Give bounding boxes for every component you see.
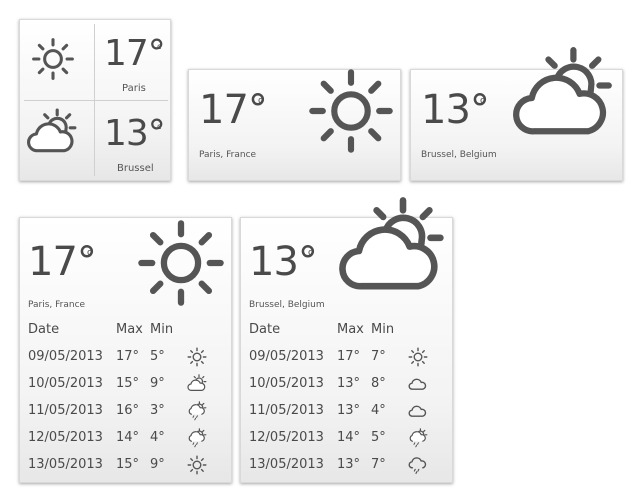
forecast-min: 7° — [371, 349, 386, 364]
location: Paris, France — [199, 150, 257, 160]
brussel-temp: 13° — [104, 113, 166, 154]
cloud-sun-icon — [184, 370, 214, 397]
medium-widget-paris: 17° c Paris, France — [188, 69, 401, 181]
forecast-min: 4° — [150, 430, 165, 445]
table-row: 09/05/2013 17° 5° — [28, 343, 214, 370]
temperature: 17° — [28, 239, 97, 285]
paris-temp: 17° — [104, 33, 166, 74]
forecast-max: 14° — [337, 430, 361, 445]
table-row: 11/05/2013 16° 3° — [28, 397, 214, 424]
forecast-max: 17° — [116, 349, 140, 364]
header-min: Min — [150, 322, 174, 337]
forecast-max: 13° — [337, 376, 361, 391]
cloud-sun-rain-icon — [184, 397, 214, 424]
forecast-table: Date Max Min 09/05/2013 17° 5° 10/05/2013 15… — [28, 316, 214, 478]
location: Brussel, Belgium — [249, 300, 325, 310]
table-row: 13/05/2013 15° 9° — [28, 451, 214, 478]
unit: c — [258, 96, 263, 106]
sun-icon — [184, 343, 214, 370]
cloud-icon — [405, 397, 435, 424]
cloud-sun-icon — [511, 46, 615, 150]
table-row: 09/05/2013 17° 7° — [249, 343, 435, 370]
sun-icon — [307, 67, 395, 155]
location: Brussel, Belgium — [421, 150, 497, 160]
header-min: Min — [371, 322, 395, 337]
sun-icon — [405, 343, 435, 370]
forecast-date: 13/05/2013 — [249, 457, 324, 472]
forecast-date: 11/05/2013 — [249, 403, 324, 418]
table-header: Date Max Min — [249, 316, 435, 343]
table-row: 10/05/2013 15° 9° — [28, 370, 214, 397]
sun-icon — [31, 37, 75, 81]
forecast-min: 5° — [150, 349, 165, 364]
forecast-min: 3° — [150, 403, 165, 418]
cloud-sun-rain-icon — [405, 424, 435, 451]
forecast-date: 13/05/2013 — [28, 457, 103, 472]
forecast-table: Date Max Min 09/05/2013 17° 7° 10/05/2013 13… — [249, 316, 435, 478]
forecast-min: 5° — [371, 430, 386, 445]
table-header: Date Max Min — [28, 316, 214, 343]
cloud-rain-icon — [405, 451, 435, 478]
forecast-date: 10/05/2013 — [249, 376, 324, 391]
divider — [94, 24, 95, 176]
table-row: 12/05/2013 14° 4° — [28, 424, 214, 451]
table-row: 12/05/2013 14° 5° — [249, 424, 435, 451]
forecast-date: 10/05/2013 — [28, 376, 103, 391]
paris-unit: c — [157, 42, 162, 51]
large-widget-brussel: 13° c Brussel, Belgium Date Max Min 09/0… — [240, 217, 453, 483]
medium-widget-brussel: 13° c Brussel, Belgium — [410, 69, 623, 181]
header-max: Max — [116, 322, 143, 337]
cloud-sun-icon — [337, 196, 447, 306]
forecast-min: 7° — [371, 457, 386, 472]
forecast-date: 12/05/2013 — [28, 430, 103, 445]
divider — [24, 100, 168, 101]
small-widget: 17° c Paris 13° c Brussel — [19, 19, 171, 181]
table-row: 11/05/2013 13° 4° — [249, 397, 435, 424]
table-row: 13/05/2013 13° 7° — [249, 451, 435, 478]
forecast-max: 16° — [116, 403, 140, 418]
forecast-min: 9° — [150, 376, 165, 391]
forecast-date: 09/05/2013 — [28, 349, 103, 364]
brussel-city: Brussel — [117, 163, 154, 174]
unit: c — [87, 248, 92, 258]
temperature: 17° — [199, 87, 268, 133]
forecast-max: 13° — [337, 457, 361, 472]
location: Paris, France — [28, 300, 86, 310]
temperature: 13° — [421, 87, 490, 133]
forecast-min: 4° — [371, 403, 386, 418]
unit: c — [480, 96, 485, 106]
cloud-icon — [405, 370, 435, 397]
temperature: 13° — [249, 239, 318, 285]
forecast-max: 17° — [337, 349, 361, 364]
forecast-date: 11/05/2013 — [28, 403, 103, 418]
header-max: Max — [337, 322, 364, 337]
forecast-max: 15° — [116, 457, 140, 472]
forecast-min: 9° — [150, 457, 165, 472]
large-widget-paris: 17° c Paris, France Date Max Min 09/05/2… — [19, 217, 232, 483]
sun-icon — [184, 451, 214, 478]
forecast-min: 8° — [371, 376, 386, 391]
forecast-date: 09/05/2013 — [249, 349, 324, 364]
header-date: Date — [249, 322, 281, 337]
brussel-unit: c — [157, 122, 162, 131]
forecast-max: 14° — [116, 430, 140, 445]
forecast-max: 13° — [337, 403, 361, 418]
forecast-max: 15° — [116, 376, 140, 391]
forecast-date: 12/05/2013 — [249, 430, 324, 445]
cloud-sun-icon — [26, 108, 78, 160]
unit: c — [308, 248, 313, 258]
paris-city: Paris — [122, 83, 146, 94]
sun-icon — [136, 218, 226, 308]
table-row: 10/05/2013 13° 8° — [249, 370, 435, 397]
cloud-sun-rain-icon — [184, 424, 214, 451]
header-date: Date — [28, 322, 60, 337]
